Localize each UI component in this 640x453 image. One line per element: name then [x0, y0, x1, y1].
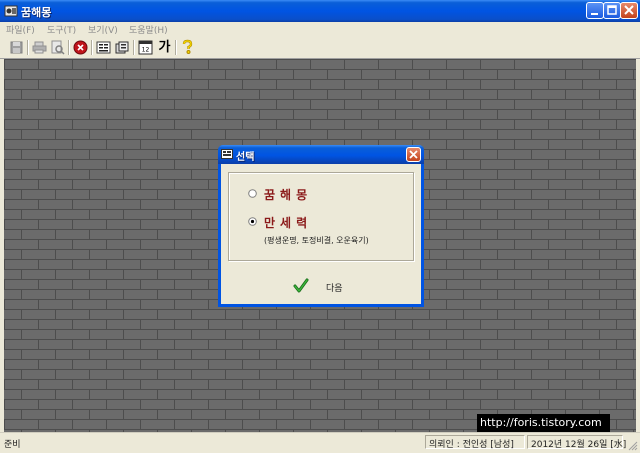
dialog-title-bar[interactable]: 선택: [218, 145, 424, 164]
window-title: 꿈해몽: [21, 6, 52, 19]
resize-grip-icon[interactable]: [626, 439, 638, 451]
menu-tools[interactable]: 도구(T): [47, 23, 76, 36]
dialog-close-button[interactable]: [406, 147, 421, 162]
menu-help[interactable]: 도움말(H): [129, 23, 168, 36]
dialog-icon: [221, 149, 233, 159]
toolbar-separator: [133, 40, 135, 55]
save-icon[interactable]: [8, 39, 25, 56]
toolbar-separator: [68, 40, 70, 55]
toolbar-separator: [91, 40, 93, 55]
print-preview-icon[interactable]: [49, 39, 66, 56]
menu-file[interactable]: 파일(F): [6, 23, 35, 36]
watermark-text: http://foris.tistory.com: [480, 416, 602, 429]
checkmark-icon: [293, 278, 309, 293]
maximize-icon: [607, 5, 617, 15]
maximize-button[interactable]: [603, 2, 621, 19]
close-icon: [409, 150, 418, 159]
cards-icon[interactable]: [114, 39, 131, 56]
select-dialog: 선택 꿈해몽 만세력 (평생운명, 토정비결, 오운육기) 다음: [218, 145, 424, 307]
minimize-icon: [591, 13, 598, 15]
status-date: 2012년 12월 26일 [水]: [531, 440, 627, 450]
menu-view[interactable]: 보기(V): [88, 23, 118, 36]
close-icon: [624, 5, 634, 15]
print-icon[interactable]: [31, 39, 48, 56]
calendar-number: 12: [142, 47, 150, 54]
status-bar: 준비 의뢰인 : 전인성 [남성] 2012년 12월 26일 [水]: [0, 432, 640, 453]
dialog-title: 선택: [236, 152, 255, 163]
font-icon[interactable]: 가: [156, 39, 173, 56]
minimize-button[interactable]: [586, 2, 604, 19]
close-button[interactable]: [620, 2, 638, 19]
help-icon[interactable]: [179, 39, 196, 56]
calendar-icon[interactable]: 12: [137, 39, 154, 56]
status-date-panel: 2012년 12월 26일 [水]: [527, 435, 627, 450]
app-icon: [4, 5, 18, 17]
radio-dream-interpretation[interactable]: [248, 189, 257, 198]
toolbar-separator: [175, 40, 177, 55]
next-button-label: 다음: [326, 284, 343, 294]
option-dream-interpretation-label[interactable]: 꿈해몽: [264, 186, 312, 203]
radio-manseryeok[interactable]: [248, 217, 257, 226]
status-ready: 준비: [4, 440, 21, 450]
dialog-body: 꿈해몽 만세력 (평생운명, 토정비결, 오운육기) 다음: [221, 164, 421, 304]
menu-bar: 파일(F) 도구(T) 보기(V) 도움말(H): [0, 22, 640, 37]
main-window: 꿈해몽 파일(F) 도구(T) 보기(V) 도움말(H) 12 가 선택 꿈해몽…: [0, 0, 640, 453]
option-manseryeok-label[interactable]: 만세력: [264, 214, 312, 231]
option-manseryeok-description: (평생운명, 토정비결, 오운육기): [264, 236, 369, 245]
title-bar[interactable]: 꿈해몽: [0, 0, 640, 22]
list-icon[interactable]: [95, 39, 112, 56]
watermark: http://foris.tistory.com: [477, 414, 610, 432]
options-group: 꿈해몽 만세력 (평생운명, 토정비결, 오운육기): [228, 172, 414, 261]
toolbar-separator: [27, 40, 29, 55]
next-button[interactable]: 다음: [289, 276, 349, 298]
toolbar: 12 가: [0, 37, 640, 59]
stop-icon[interactable]: [72, 39, 89, 56]
status-requester: 의뢰인 : 전인성 [남성]: [429, 440, 514, 450]
status-requester-panel: 의뢰인 : 전인성 [남성]: [425, 435, 525, 450]
